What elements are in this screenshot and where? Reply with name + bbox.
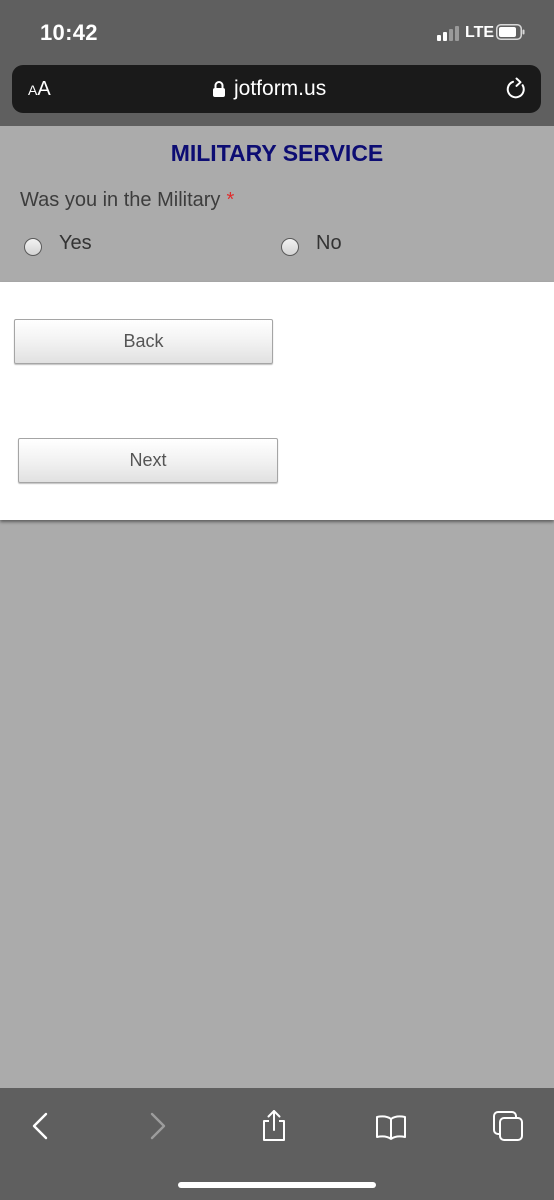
- radio-option-yes[interactable]: Yes: [24, 228, 92, 258]
- bookmarks-icon[interactable]: [374, 1109, 408, 1143]
- url-text: jotform.us: [234, 77, 327, 100]
- text-size-button[interactable]: AA: [28, 76, 51, 103]
- question-label: Was you in the Military *: [20, 189, 234, 212]
- form-navigation-panel: Back Next: [0, 282, 554, 520]
- network-type: LTE: [465, 24, 495, 41]
- share-icon[interactable]: [257, 1109, 291, 1143]
- home-indicator[interactable]: [178, 1182, 376, 1188]
- url-display[interactable]: jotform.us: [212, 76, 326, 102]
- question-text: Was you in the Military: [20, 189, 221, 211]
- radio-button-yes[interactable]: [24, 238, 42, 256]
- status-time: 10:42: [40, 20, 98, 45]
- tabs-icon[interactable]: [491, 1109, 525, 1143]
- required-marker: *: [226, 189, 235, 211]
- back-button[interactable]: Back: [14, 319, 273, 364]
- address-bar[interactable]: AA jotform.us: [12, 65, 541, 113]
- browser-address-area: AA jotform.us: [0, 64, 554, 126]
- lock-icon: [213, 81, 225, 97]
- radio-label-yes: Yes: [59, 231, 92, 254]
- radio-button-no[interactable]: [281, 238, 299, 256]
- next-button[interactable]: Next: [18, 438, 278, 483]
- reload-icon[interactable]: [505, 77, 529, 101]
- radio-option-no[interactable]: No: [281, 228, 342, 258]
- page-title: MILITARY SERVICE: [170, 140, 384, 166]
- forward-arrow-icon[interactable]: [140, 1109, 174, 1143]
- radio-label-no: No: [316, 231, 342, 254]
- signal-icon: [437, 26, 461, 41]
- status-bar: 10:42 LTE: [0, 0, 554, 64]
- battery-icon: [496, 24, 525, 40]
- back-arrow-icon[interactable]: [24, 1109, 58, 1143]
- browser-toolbar: [0, 1088, 554, 1200]
